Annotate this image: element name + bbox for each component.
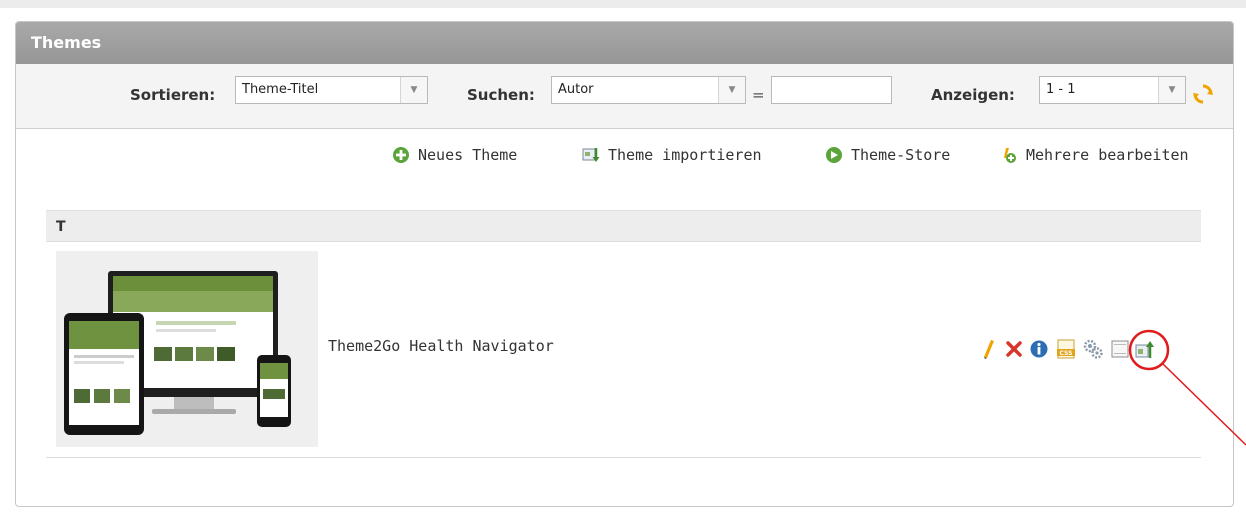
equals-sign: = xyxy=(752,86,765,104)
theme-row[interactable]: Theme2Go Health Navigator CSS xyxy=(46,243,1201,458)
edit-multiple-icon xyxy=(1004,148,1016,163)
group-header: T xyxy=(46,210,1201,242)
theme-name[interactable]: Theme2Go Health Navigator xyxy=(328,337,554,355)
search-field-select[interactable]: Autor ▼ xyxy=(551,76,746,104)
import-theme-link[interactable]: Theme importieren xyxy=(582,146,762,164)
show-range-select[interactable]: 1 - 1 ▼ xyxy=(1039,76,1186,104)
upload-icon[interactable] xyxy=(1135,338,1157,360)
top-strip xyxy=(0,0,1246,8)
edit-multiple-link[interactable]: Mehrere bearbeiten xyxy=(1000,146,1189,164)
edit-pencil-icon[interactable] xyxy=(981,338,997,360)
theme-thumbnail[interactable] xyxy=(56,251,318,447)
search-input[interactable] xyxy=(771,76,892,104)
theme-store-label: Theme-Store xyxy=(851,146,951,164)
search-label: Suchen: xyxy=(467,86,535,104)
filter-toolbar: Sortieren: Theme-Titel ▼ Suchen: Autor ▼… xyxy=(16,64,1233,129)
sort-select[interactable]: Theme-Titel ▼ xyxy=(235,76,428,104)
svg-text:CSS: CSS xyxy=(1060,350,1073,357)
show-label: Anzeigen: xyxy=(931,86,1015,104)
new-theme-label: Neues Theme xyxy=(418,146,518,164)
refresh-icon[interactable] xyxy=(1192,83,1214,105)
sort-select-value: Theme-Titel xyxy=(242,82,319,97)
new-theme-link[interactable]: Neues Theme xyxy=(392,146,517,164)
panel-title: Themes xyxy=(16,22,1233,64)
info-icon[interactable] xyxy=(1029,338,1049,360)
layout-icon[interactable] xyxy=(1109,338,1131,360)
settings-gears-icon[interactable] xyxy=(1082,338,1104,360)
chevron-down-icon[interactable]: ▼ xyxy=(1158,77,1185,103)
search-field-value: Autor xyxy=(558,82,594,97)
store-circle-icon xyxy=(826,147,842,163)
sort-label: Sortieren: xyxy=(130,86,216,104)
edit-multiple-label: Mehrere bearbeiten xyxy=(1026,146,1189,164)
chevron-down-icon[interactable]: ▼ xyxy=(400,77,427,103)
delete-x-icon[interactable] xyxy=(1005,338,1023,360)
chevron-down-icon[interactable]: ▼ xyxy=(718,77,745,103)
import-icon xyxy=(582,148,600,162)
import-theme-label: Theme importieren xyxy=(608,146,762,164)
show-range-value: 1 - 1 xyxy=(1046,82,1076,97)
css-icon[interactable]: CSS xyxy=(1055,338,1077,360)
theme-store-link[interactable]: Theme-Store xyxy=(825,146,950,164)
add-circle-icon xyxy=(393,147,409,163)
